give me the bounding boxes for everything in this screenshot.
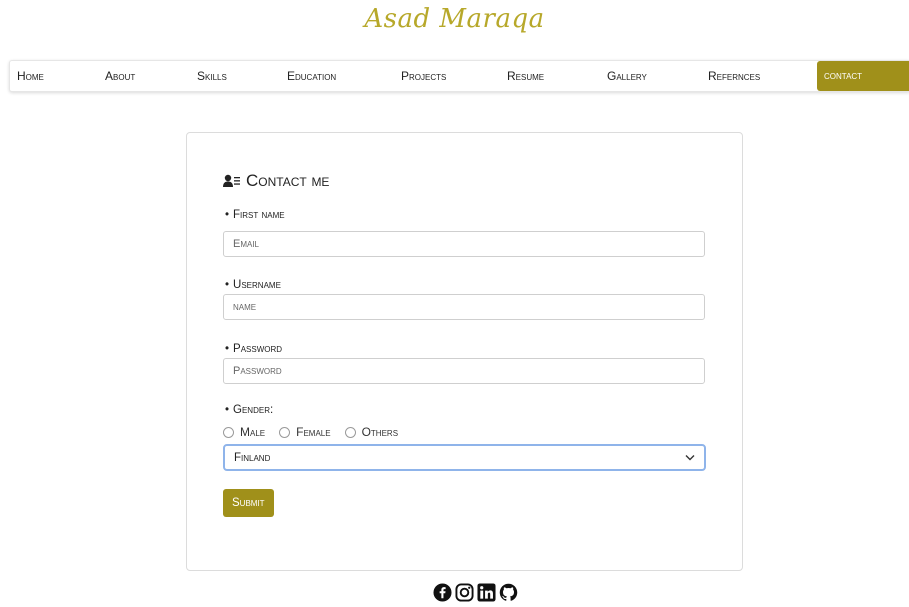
user-list-icon (223, 174, 240, 187)
main-nav: Home About Skills Education Projects Res… (9, 60, 909, 92)
contact-form-title: Contact me (223, 171, 329, 191)
username-label-text: Username (233, 279, 281, 291)
gender-label-text: Gender: (233, 404, 274, 416)
password-label: • Password (225, 343, 283, 355)
contact-form-title-text: Contact me (246, 171, 330, 190)
gender-radio-female[interactable] (279, 426, 291, 438)
first-name-label-text: First name (233, 209, 285, 221)
facebook-icon[interactable] (433, 583, 452, 602)
country-select-value: Finland (234, 451, 271, 464)
gender-option-others[interactable]: Others (362, 425, 398, 439)
gender-radio-others[interactable] (344, 426, 356, 438)
first-name-input[interactable] (223, 231, 705, 257)
contact-form-card: Contact me •First name •Username •Passwo… (186, 132, 743, 571)
first-name-label: • First name (225, 209, 285, 221)
gender-radio-male[interactable] (223, 426, 234, 438)
username-label: • Username (225, 279, 281, 291)
nav-item-about[interactable]: About (105, 61, 135, 91)
gender-radio-group: Male Female Others (223, 425, 412, 439)
submit-button[interactable]: Submit (223, 489, 274, 517)
username-input[interactable] (223, 294, 705, 320)
gender-option-female[interactable]: Female (296, 425, 330, 439)
password-input[interactable] (223, 358, 705, 384)
linkedin-icon[interactable] (477, 583, 496, 602)
nav-item-gallery[interactable]: Gallery (607, 61, 647, 91)
gender-option-male[interactable]: Male (240, 425, 265, 439)
instagram-icon[interactable] (455, 583, 474, 602)
nav-item-projects[interactable]: Projects (401, 61, 446, 91)
country-select[interactable]: Finland (223, 444, 706, 471)
chevron-down-icon (685, 455, 695, 461)
nav-item-skills[interactable]: Skills (197, 61, 227, 91)
site-logo[interactable]: Asad Maraqa (0, 4, 909, 34)
nav-item-contact[interactable]: contact (817, 61, 909, 91)
github-icon[interactable] (499, 583, 518, 602)
nav-item-resume[interactable]: Resume (507, 61, 544, 91)
nav-item-education[interactable]: Education (287, 61, 336, 91)
nav-item-refernces[interactable]: Refernces (708, 61, 760, 91)
social-links (433, 583, 518, 602)
password-label-text: Password (233, 343, 283, 355)
nav-item-home[interactable]: Home (17, 61, 44, 91)
gender-label: • Gender: (225, 404, 274, 416)
